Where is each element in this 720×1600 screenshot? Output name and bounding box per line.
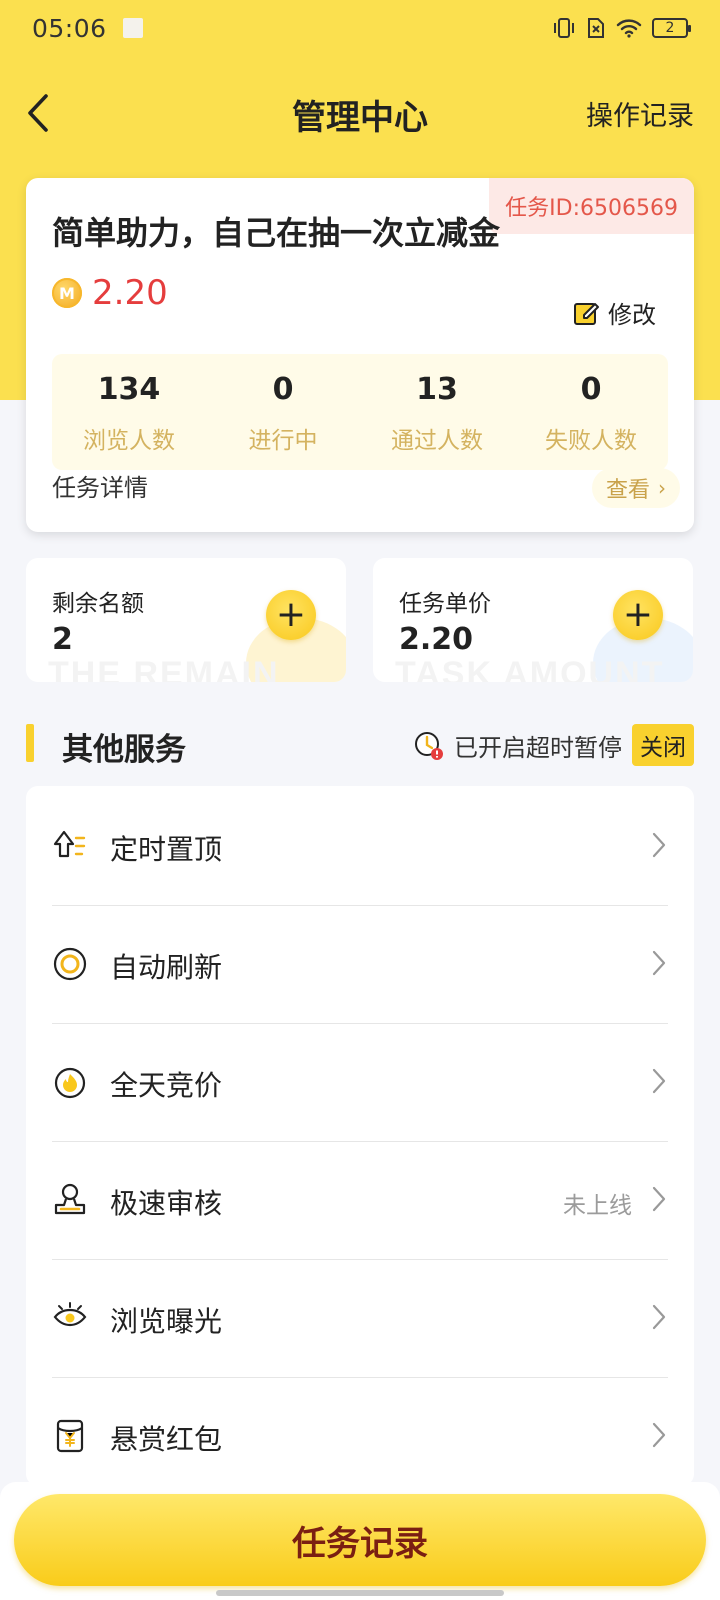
service-item-browse-exposure[interactable]: 浏览曝光 [26,1258,694,1378]
status-time: 05:06 [32,13,107,43]
status-bar: 05:06 2 [0,0,720,56]
remaining-watermark: THE REMAIN [48,655,280,682]
unit-price-value: 2.20 [399,622,474,657]
task-card: 任务ID:6506569 简单助力，自己在抽一次立减金 M 2.20 修改 13… [26,178,694,532]
service-label: 定时置顶 [110,833,223,866]
view-label: 查看 [605,478,650,503]
home-indicator [216,1590,504,1596]
remaining-quota-card: THE REMAIN 剩余名额 2 + [26,558,346,682]
task-detail-label: 任务详情 [52,474,148,502]
service-label: 极速审核 [110,1187,223,1220]
remaining-quota-label: 剩余名额 [52,591,144,617]
stat-value: 13 [416,372,458,407]
chevron-right-icon [652,1068,666,1094]
service-label: 浏览曝光 [110,1305,223,1338]
red-packet-icon [56,1419,84,1453]
timeout-pause-text: 已开启超时暂停 [454,733,622,762]
unit-price-label: 任务单价 [399,591,491,617]
stat-label: 失败人数 [545,428,637,454]
notification-icon [122,18,143,38]
stat-label: 进行中 [248,428,318,454]
service-label: 全天竞价 [110,1069,223,1102]
chevron-right-icon: › [658,476,666,500]
task-title: 简单助力，自己在抽一次立减金 [52,214,501,252]
raise-price-button[interactable]: + [613,590,663,640]
pin-top-icon [53,830,86,858]
operation-log-link[interactable]: 操作记录 [586,94,694,133]
service-label: 自动刷新 [110,951,223,984]
fire-icon [54,1067,86,1099]
edit-label: 修改 [608,301,656,329]
status-icons: 2 [552,17,691,39]
service-item-auto-refresh[interactable]: 自动刷新 [26,904,694,1024]
timeout-pause-status: 已开启超时暂停 关闭 [412,724,694,766]
chevron-right-icon [652,1186,666,1212]
service-item-scheduled-top[interactable]: 定时置顶 [26,786,694,906]
chevron-right-icon [652,1422,666,1448]
refresh-icon [53,947,87,981]
edit-icon [574,302,599,325]
section-title: 其他服务 [62,732,186,768]
task-stats: 134 浏览人数 0 进行中 13 通过人数 0 失败人数 [52,354,668,470]
stat-label: 通过人数 [391,428,483,454]
add-quota-button[interactable]: + [266,590,316,640]
unit-price-card: TASK AMOUNT 任务单价 2.20 + [373,558,693,682]
chevron-right-icon [652,1304,666,1330]
section-accent-bar [26,724,34,762]
service-label: 悬赏红包 [110,1423,223,1456]
service-item-all-day-bidding[interactable]: 全天竞价 [26,1022,694,1142]
remaining-quota-value: 2 [52,622,73,657]
chevron-right-icon [652,832,666,858]
stat-passed: 13 通过人数 [360,354,514,470]
nav-bar: 管理中心 操作记录 [0,76,720,150]
other-services-header: 其他服务 已开启超时暂停 关闭 [26,720,694,770]
task-records-button[interactable]: 任务记录 [14,1494,706,1586]
review-stamp-icon [54,1183,86,1215]
view-detail-button[interactable]: 查看 › [591,468,680,508]
stat-in-progress: 0 进行中 [206,354,360,470]
chevron-right-icon [652,950,666,976]
timeout-pause-toggle[interactable]: 关闭 [632,724,694,766]
price-watermark: TASK AMOUNT [395,655,665,682]
wifi-icon [616,18,642,38]
stat-value: 0 [272,372,294,407]
timer-icon [415,732,443,760]
stat-views: 134 浏览人数 [52,354,206,470]
coin-icon: M [52,278,82,308]
stat-value: 134 [97,372,161,407]
battery-icon: 2 [652,18,691,38]
service-item-bounty-red-packet[interactable]: 悬赏红包 [26,1376,694,1496]
task-reward: M 2.20 [52,273,168,313]
no-sim-icon [586,17,606,39]
service-hint: 未上线 [563,1193,632,1219]
edit-button[interactable]: 修改 [572,295,656,330]
stat-label: 浏览人数 [83,428,175,454]
stat-failed: 0 失败人数 [514,354,668,470]
service-item-fast-review[interactable]: 极速审核 未上线 [26,1140,694,1260]
services-list: 定时置顶 自动刷新 全天竞价 极速审核 未上线 浏览曝光 悬赏红包 [26,786,694,1486]
task-id-badge: 任务ID:6506569 [489,178,694,234]
vibrate-icon [552,17,576,39]
eye-icon [53,1302,87,1327]
task-reward-value: 2.20 [92,273,168,313]
stat-value: 0 [580,372,602,407]
